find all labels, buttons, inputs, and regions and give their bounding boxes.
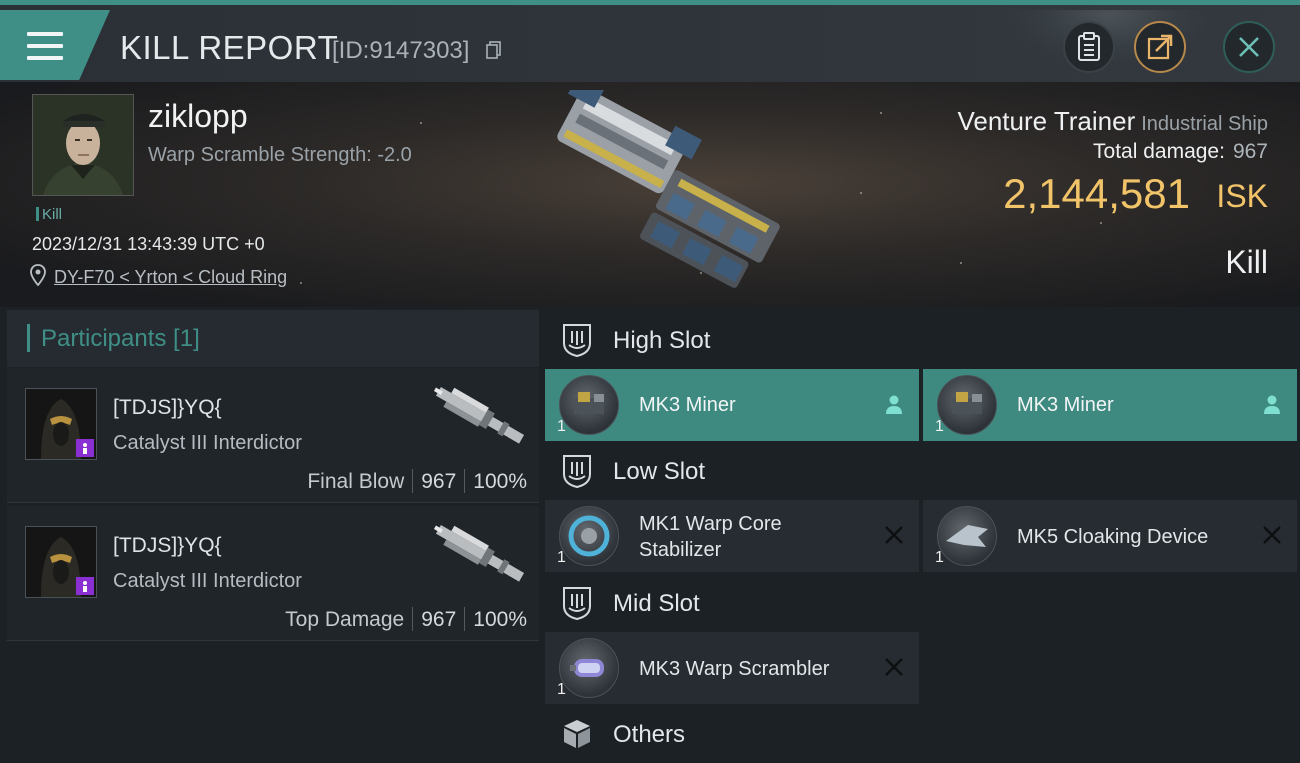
module-quantity: 1 [557,418,566,435]
pilot-portrait-image [33,95,133,195]
pilot-badge-icon [83,581,87,592]
participant-percent: 100% [473,470,527,493]
user-icon [886,395,902,414]
participant-card[interactable]: [TDJS]}YQ{ Catalyst III Interdictor Fina… [7,368,539,503]
participant-damage: 967 [421,470,457,493]
isk-unit: ISK [1216,178,1268,214]
close-button[interactable] [1223,21,1275,73]
pilot-badge-icon [83,443,87,454]
kill-datetime: 2023/12/31 13:43:39 UTC +0 [32,234,265,254]
mid-slot-icon [563,587,591,620]
victim-portrait[interactable] [32,94,134,196]
page-title: KILL REPORT [120,29,339,66]
participants-title: Participants [1] [41,325,200,352]
high-slot-header: High Slot [545,311,1300,369]
report-id: [ID:9147303] [332,37,470,64]
module-quantity: 1 [935,549,944,566]
participant-name: [TDJS]}YQ{ [113,396,222,419]
module-name-line2: Stabilizer [639,539,722,561]
victim-summary: ziklopp Warp Scramble Strength: -2.0 Kil… [0,82,1300,307]
close-icon [1239,37,1259,57]
ship-name-line: Venture Trainer Industrial Ship [957,106,1268,137]
participant-damage: 967 [421,608,457,631]
destroyed-icon [885,658,903,676]
participant-ship-image[interactable] [423,518,535,593]
isk-value: 2,144,581 [1003,170,1190,217]
participant-avatar[interactable] [25,526,97,598]
module-name: MK3 Miner [639,394,736,416]
mid-slot-header: Mid Slot [545,574,1300,632]
destroyed-icon [1263,526,1281,544]
others-slot-header: Others [545,705,1300,763]
module-item[interactable]: 1 MK1 Warp Core Stabilizer [545,500,919,572]
module-name: MK5 Cloaking Device [1017,526,1209,548]
low-slot-title: Low Slot [613,458,706,485]
participant-label: Final Blow [307,470,405,493]
module-name: MK1 Warp Core Stabilizer [639,511,782,563]
module-item[interactable]: 1 MK5 Cloaking Device [923,500,1297,572]
module-item[interactable]: 1 MK3 Miner [923,369,1297,441]
low-slot-icon [563,455,591,488]
others-slot-title: Others [613,721,686,748]
participant-ship: Catalyst III Interdictor [113,570,302,592]
menu-button[interactable] [0,10,110,80]
kill-tag: Kill [36,206,62,223]
high-slot-title: High Slot [613,327,711,354]
participants-accent-bar [27,324,30,352]
participant-badge [76,577,94,595]
participant-badge [76,439,94,457]
ship-class: Industrial Ship [1141,113,1268,135]
mining-laser-icon [937,375,997,435]
menu-icon [27,32,63,60]
victim-name: ziklopp [148,98,248,134]
participant-ship-image[interactable] [423,380,535,455]
user-icon [1264,395,1280,414]
cloaking-device-icon [937,506,997,566]
location-pin-icon [30,264,46,286]
mid-slot-title: Mid Slot [613,590,700,617]
participant-name: [TDJS]}YQ{ [113,534,222,557]
destroyed-icon [885,526,903,544]
module-quantity: 1 [935,418,944,435]
participant-card[interactable]: [TDJS]}YQ{ Catalyst III Interdictor Top … [7,506,539,641]
share-button[interactable] [1134,21,1186,73]
warp-core-stabilizer-icon [559,506,619,566]
kill-result: Kill [1225,244,1268,280]
participant-ship: Catalyst III Interdictor [113,432,302,454]
low-slot-header: Low Slot [545,442,1300,500]
participants-header: Participants [1] [7,310,539,367]
total-damage-line: Total damage: 967 [1093,140,1268,164]
module-item[interactable]: 1 MK3 Warp Scrambler [545,632,919,704]
copy-icon[interactable] [486,41,502,59]
module-name: MK3 Miner [1017,394,1114,416]
total-damage-value: 967 [1232,140,1268,163]
module-name: MK3 Warp Scrambler [639,658,830,680]
warp-scramble-strength: Warp Scramble Strength: -2.0 [148,144,412,166]
high-slot-icon [563,324,591,357]
victim-ship-image[interactable] [510,90,790,300]
share-icon [1147,34,1173,60]
clipboard-icon [1078,32,1100,61]
mining-laser-icon [559,375,619,435]
participant-stats: Final Blow 967 100% [307,469,527,494]
clipboard-button[interactable] [1063,21,1115,73]
location-link[interactable]: DY-F70 < Yrton < Cloud Ring [54,267,287,288]
module-quantity: 1 [557,681,566,698]
total-damage-label: Total damage: [1093,140,1225,163]
cargo-box-icon [564,720,590,748]
module-name-line1: MK1 Warp Core [639,513,782,535]
participant-avatar[interactable] [25,388,97,460]
ship-name: Venture Trainer [957,106,1136,136]
participant-percent: 100% [473,608,527,631]
participant-stats: Top Damage 967 100% [285,607,527,632]
header-bar: KILL REPORT [ID:9147303] [0,5,1300,82]
warp-scrambler-icon [559,638,619,698]
module-item[interactable]: 1 MK3 Miner [545,369,919,441]
module-quantity: 1 [557,549,566,566]
participant-label: Top Damage [285,608,405,631]
